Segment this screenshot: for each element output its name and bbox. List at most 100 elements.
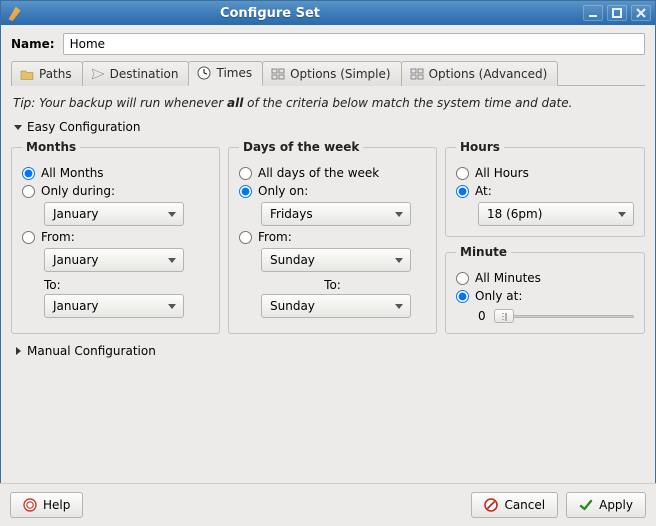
name-input[interactable]: [63, 33, 645, 55]
tab-label: Times: [216, 66, 252, 80]
hours-all-option[interactable]: All Hours: [456, 166, 634, 180]
hours-group: Hours All Hours At: 18 (6pm): [445, 140, 645, 237]
months-to-select[interactable]: January: [44, 294, 184, 318]
radio-label: Only on:: [258, 184, 308, 198]
slider-thumb[interactable]: [494, 309, 514, 323]
months-group: Months All Months Only during: January F…: [11, 140, 220, 334]
days-from-radio[interactable]: [239, 231, 252, 244]
months-from-radio[interactable]: [22, 231, 35, 244]
days-from-option[interactable]: From:: [239, 230, 426, 244]
button-label: Apply: [599, 498, 633, 512]
select-value: January: [53, 299, 99, 313]
select-value: Fridays: [270, 207, 313, 221]
tab-label: Options (Simple): [290, 67, 390, 81]
radio-label: At:: [475, 184, 492, 198]
minimize-button[interactable]: [583, 5, 603, 21]
months-all-radio[interactable]: [22, 167, 35, 180]
easy-config-expander[interactable]: Easy Configuration: [11, 118, 645, 140]
tab-destination[interactable]: Destination: [82, 61, 190, 86]
days-from-select[interactable]: Sunday: [261, 248, 411, 272]
minute-only-at-radio[interactable]: [456, 290, 469, 303]
days-to-label: To:: [239, 278, 426, 292]
tab-options-simple[interactable]: Options (Simple): [262, 61, 401, 86]
bottom-bar: Help Cancel Apply: [0, 483, 656, 526]
minute-value: 0: [478, 309, 486, 323]
days-legend: Days of the week: [239, 140, 363, 154]
chevron-down-icon: [617, 209, 627, 219]
hours-all-radio[interactable]: [456, 167, 469, 180]
hours-legend: Hours: [456, 140, 504, 154]
chevron-down-icon: [167, 255, 177, 265]
radio-label: From:: [41, 230, 75, 244]
months-only-during-option[interactable]: Only during:: [22, 184, 209, 198]
months-from-select[interactable]: January: [44, 248, 184, 272]
days-group: Days of the week All days of the week On…: [228, 140, 437, 334]
expander-closed-icon: [13, 346, 23, 356]
clock-icon: [197, 66, 211, 80]
months-legend: Months: [22, 140, 80, 154]
chevron-down-icon: [394, 301, 404, 311]
folder-icon: [20, 67, 34, 81]
apply-button[interactable]: Apply: [566, 492, 646, 518]
close-button[interactable]: [631, 5, 651, 21]
radio-label: All days of the week: [258, 166, 379, 180]
manual-config-expander[interactable]: Manual Configuration: [11, 334, 645, 358]
tab-label: Destination: [110, 67, 179, 81]
radio-label: All Hours: [475, 166, 529, 180]
cancel-button[interactable]: Cancel: [471, 492, 558, 518]
minute-group: Minute All Minutes Only at: 0: [445, 245, 645, 334]
months-only-during-select[interactable]: January: [44, 202, 184, 226]
months-from-option[interactable]: From:: [22, 230, 209, 244]
expander-label: Easy Configuration: [27, 120, 140, 134]
days-to-select[interactable]: Sunday: [261, 294, 411, 318]
minute-legend: Minute: [456, 245, 511, 259]
days-only-on-radio[interactable]: [239, 185, 252, 198]
expander-label: Manual Configuration: [27, 344, 156, 358]
button-label: Cancel: [504, 498, 545, 512]
tab-paths[interactable]: Paths: [11, 61, 83, 86]
select-value: Sunday: [270, 253, 315, 267]
help-button[interactable]: Help: [10, 492, 83, 518]
minute-all-option[interactable]: All Minutes: [456, 271, 634, 285]
cancel-icon: [484, 498, 498, 512]
options-icon: [271, 67, 285, 81]
radio-label: From:: [258, 230, 292, 244]
expander-open-icon: [13, 122, 23, 132]
select-value: 18 (6pm): [487, 207, 542, 221]
days-only-on-option[interactable]: Only on:: [239, 184, 426, 198]
months-all-option[interactable]: All Months: [22, 166, 209, 180]
chevron-down-icon: [167, 209, 177, 219]
window-title: Configure Set: [0, 6, 583, 21]
options-icon: [410, 67, 424, 81]
tip-text: Tip: Your backup will run whenever all o…: [11, 92, 645, 118]
minute-all-radio[interactable]: [456, 272, 469, 285]
chevron-down-icon: [394, 209, 404, 219]
radio-label: All Months: [41, 166, 104, 180]
tab-times[interactable]: Times: [188, 61, 263, 86]
minute-only-at-option[interactable]: Only at:: [456, 289, 634, 303]
months-to-label: To:: [44, 278, 209, 292]
button-label: Help: [43, 498, 70, 512]
days-all-option[interactable]: All days of the week: [239, 166, 426, 180]
days-all-radio[interactable]: [239, 167, 252, 180]
chevron-down-icon: [394, 255, 404, 265]
tab-options-advanced[interactable]: Options (Advanced): [401, 61, 559, 86]
titlebar: Configure Set: [1, 1, 655, 25]
tab-label: Paths: [39, 67, 72, 81]
radio-label: All Minutes: [475, 271, 541, 285]
hours-at-radio[interactable]: [456, 185, 469, 198]
hours-at-select[interactable]: 18 (6pm): [478, 202, 634, 226]
tab-bar: Paths Destination Times Options (Simple)…: [11, 61, 645, 86]
maximize-button[interactable]: [607, 5, 627, 21]
days-only-on-select[interactable]: Fridays: [261, 202, 411, 226]
help-icon: [23, 498, 37, 512]
name-label: Name:: [11, 37, 55, 51]
minute-slider[interactable]: [494, 309, 634, 323]
window-buttons: [583, 5, 651, 21]
select-value: Sunday: [270, 299, 315, 313]
chevron-down-icon: [167, 301, 177, 311]
send-icon: [91, 67, 105, 81]
months-only-during-radio[interactable]: [22, 185, 35, 198]
radio-label: Only at:: [475, 289, 522, 303]
hours-at-option[interactable]: At:: [456, 184, 634, 198]
